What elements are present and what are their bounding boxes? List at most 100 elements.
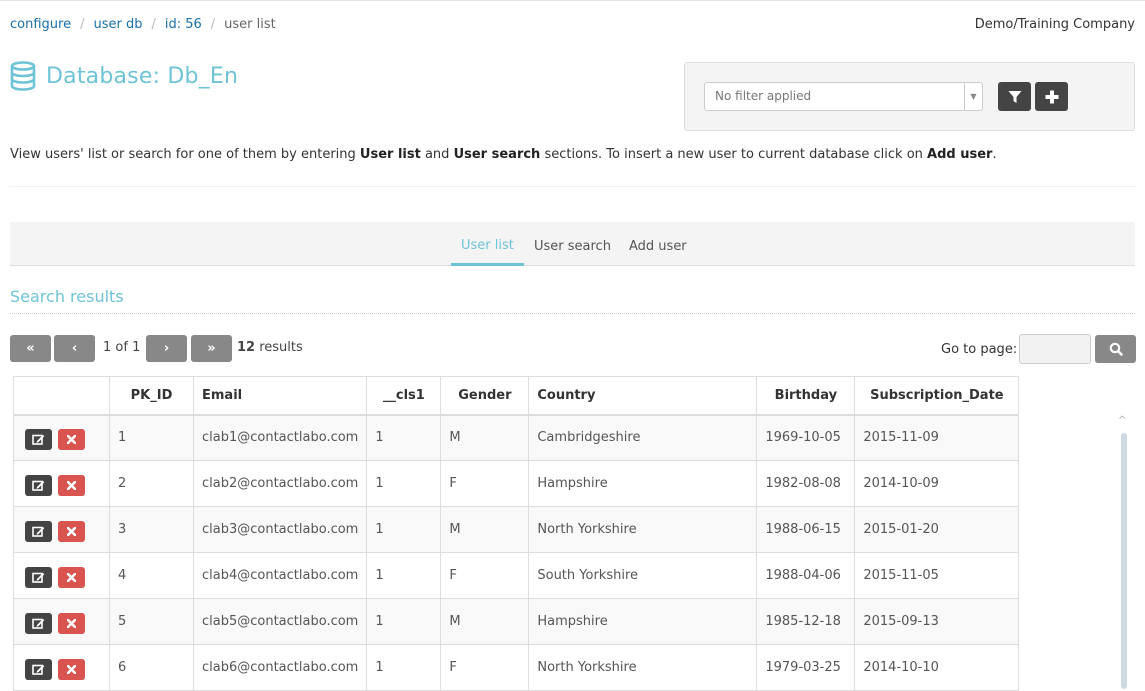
edit-user-button[interactable]	[25, 429, 52, 451]
cell-pk-id: 2	[109, 460, 194, 507]
users-table: PK_ID Email __cls1 Gender Country Birthd…	[13, 376, 1020, 691]
cell-country: Cambridgeshire	[528, 414, 758, 461]
delete-user-button[interactable]	[58, 429, 85, 451]
actions-cell	[13, 598, 110, 645]
tab-user-list[interactable]: User list	[451, 222, 524, 266]
close-icon	[67, 665, 76, 674]
cell-gender: M	[440, 506, 530, 553]
cell-country: South Yorkshire	[528, 552, 758, 599]
table-row: 3 clab3@contactlabo.com 1 M North Yorksh…	[13, 506, 1020, 553]
delete-user-button[interactable]	[58, 475, 85, 496]
delete-user-button[interactable]	[58, 521, 85, 542]
edit-icon	[32, 572, 45, 583]
database-icon	[10, 61, 36, 91]
close-icon	[67, 573, 76, 582]
tab-user-search[interactable]: User search	[524, 222, 621, 266]
edit-user-button[interactable]	[25, 475, 52, 496]
edit-user-button[interactable]	[25, 567, 52, 588]
edit-user-button[interactable]	[25, 521, 52, 542]
cell-birthday: 1988-06-15	[756, 506, 856, 553]
cell-birthday: 1969-10-05	[756, 414, 856, 461]
cell-subscription-date: 2015-11-05	[854, 552, 1020, 599]
delete-user-button[interactable]	[58, 659, 85, 680]
filter-icon	[1008, 90, 1021, 103]
delete-user-button[interactable]	[58, 613, 85, 634]
table-header-row: PK_ID Email __cls1 Gender Country Birthd…	[13, 376, 1020, 416]
cell-subscription-date: 2015-09-13	[854, 598, 1020, 645]
scrollbar[interactable]	[1121, 433, 1127, 689]
col-email[interactable]: Email	[192, 376, 368, 416]
breadcrumb-separator: /	[80, 17, 85, 32]
results-label: results	[255, 340, 303, 355]
delete-user-button[interactable]	[58, 567, 85, 588]
goto-page-button[interactable]	[1095, 335, 1136, 363]
cell-birthday: 1979-03-25	[756, 644, 856, 691]
table-row: 1 clab1@contactlabo.com 1 M Cambridgeshi…	[13, 414, 1020, 461]
add-filter-button[interactable]	[1035, 82, 1068, 111]
actions-cell	[13, 552, 110, 599]
filter-select[interactable]: No filter applied ▼	[704, 82, 983, 111]
next-page-button[interactable]: ›	[146, 335, 187, 362]
col-country[interactable]: Country	[528, 376, 758, 416]
actions-cell	[13, 506, 110, 553]
cell-subscription-date: 2015-11-09	[854, 414, 1020, 461]
breadcrumb-id[interactable]: id: 56	[165, 17, 202, 32]
scroll-up-icon[interactable]: ^	[1118, 415, 1126, 426]
cell-cls1: 1	[366, 414, 442, 461]
tabs-bar: User list User search Add user	[10, 222, 1135, 266]
cell-country: North Yorkshire	[528, 506, 758, 553]
cell-birthday: 1985-12-18	[756, 598, 856, 645]
col-birthday[interactable]: Birthday	[756, 376, 856, 416]
chevron-right-icon: ›	[163, 341, 170, 356]
cell-cls1: 1	[366, 552, 442, 599]
table-row: 6 clab6@contactlabo.com 1 F North Yorksh…	[13, 644, 1020, 691]
actions-cell	[13, 460, 110, 507]
breadcrumb: configure / user db / id: 56 / user list	[10, 17, 276, 32]
cell-subscription-date: 2014-10-10	[854, 644, 1020, 691]
breadcrumb-current: user list	[224, 17, 276, 32]
breadcrumb-user-db[interactable]: user db	[93, 17, 142, 32]
edit-user-button[interactable]	[25, 613, 52, 634]
cell-email: clab6@contactlabo.com	[192, 644, 368, 691]
breadcrumb-configure[interactable]: configure	[10, 17, 71, 32]
cell-birthday: 1982-08-08	[756, 460, 856, 507]
cell-pk-id: 6	[109, 644, 194, 691]
breadcrumb-separator: /	[210, 17, 216, 32]
col-cls1[interactable]: __cls1	[366, 376, 442, 416]
divider	[10, 313, 1135, 314]
col-pk-id[interactable]: PK_ID	[109, 376, 194, 416]
tab-add-user[interactable]: Add user	[619, 222, 697, 266]
intro-text: View users' list or search for one of th…	[10, 147, 997, 162]
edit-icon	[32, 434, 45, 446]
breadcrumb-separator: /	[151, 17, 156, 32]
last-page-button[interactable]: »	[191, 335, 232, 362]
intro-bold-user-list: User list	[359, 147, 421, 162]
close-icon	[67, 435, 76, 445]
cell-country: Hampshire	[528, 598, 758, 645]
close-icon	[67, 619, 76, 628]
filter-panel: No filter applied ▼	[684, 62, 1135, 131]
cell-email: clab2@contactlabo.com	[192, 460, 368, 507]
col-gender[interactable]: Gender	[440, 376, 530, 416]
intro-text-part: .	[992, 147, 997, 162]
chevron-left-icon: ‹	[71, 341, 78, 356]
first-page-button[interactable]: «	[10, 335, 51, 362]
table-row: 2 clab2@contactlabo.com 1 F Hampshire 19…	[13, 460, 1020, 507]
cell-pk-id: 1	[109, 414, 194, 461]
cell-email: clab4@contactlabo.com	[192, 552, 368, 599]
cell-cls1: 1	[366, 506, 442, 553]
cell-cls1: 1	[366, 460, 442, 507]
page-header: Database: Db_En	[10, 61, 238, 91]
close-icon	[67, 481, 76, 490]
apply-filter-button[interactable]	[998, 82, 1031, 111]
section-title: Search results	[10, 287, 124, 306]
goto-page-input[interactable]	[1019, 334, 1091, 364]
edit-user-button[interactable]	[25, 659, 52, 680]
double-chevron-right-icon: »	[207, 341, 216, 356]
col-subscription-date[interactable]: Subscription_Date	[854, 376, 1020, 416]
intro-text-part: sections. To insert a new user to curren…	[540, 147, 928, 162]
chevron-down-icon[interactable]: ▼	[964, 83, 982, 110]
previous-page-button[interactable]: ‹	[54, 335, 95, 362]
page-title: Database: Db_En	[46, 63, 239, 89]
cell-email: clab3@contactlabo.com	[192, 506, 368, 553]
